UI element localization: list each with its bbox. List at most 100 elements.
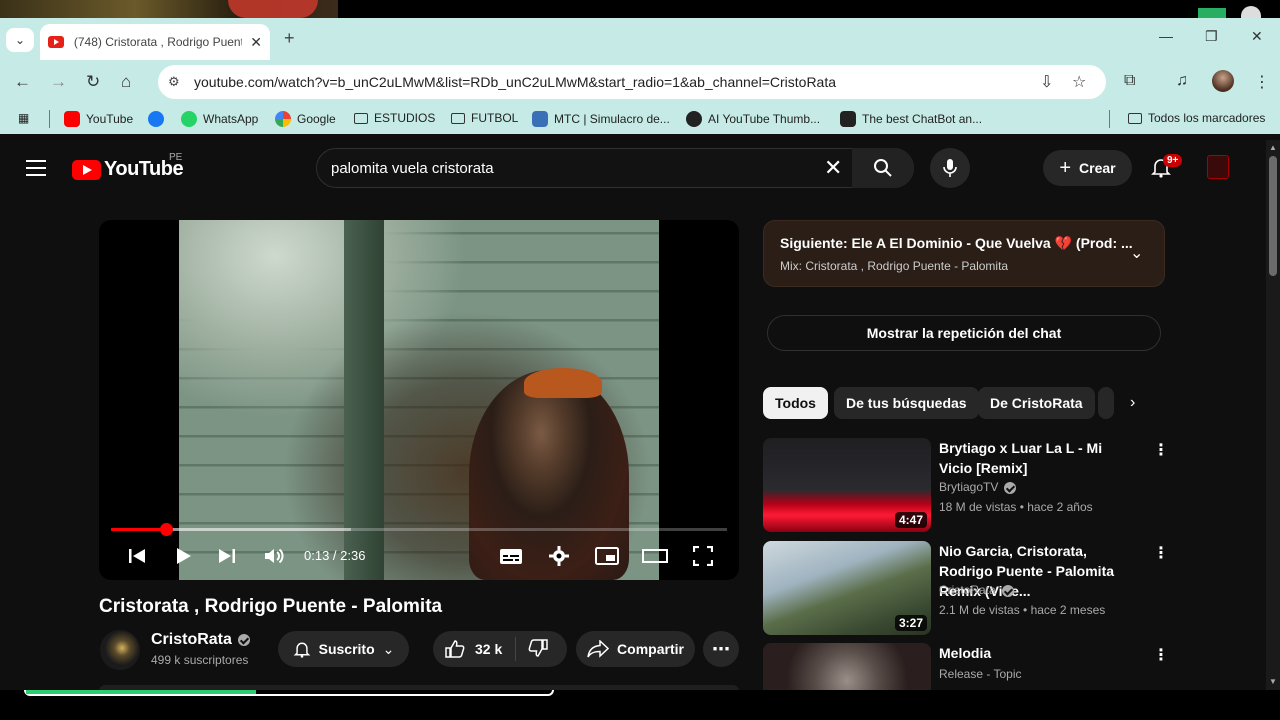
site-info-icon[interactable]: ⚙ <box>168 74 184 90</box>
subscribe-button[interactable]: Suscrito ⌄ <box>278 631 409 667</box>
forward-icon[interactable]: → <box>50 72 67 92</box>
scroll-down-icon[interactable]: ▼ <box>1269 677 1277 686</box>
bookmark-chatbot[interactable]: The best ChatBot an... <box>840 111 982 127</box>
bookmark-youtube[interactable]: YouTube <box>64 111 133 127</box>
recommendation-meta: 18 M de vistas • hace 2 años <box>939 500 1093 514</box>
bookmark-whatsapp[interactable]: WhatsApp <box>181 111 258 127</box>
search-button[interactable] <box>852 148 914 188</box>
media-controls-icon[interactable]: ♫ <box>1176 72 1188 90</box>
theater-mode-icon[interactable] <box>642 546 668 566</box>
share-button[interactable]: Compartir <box>576 631 695 667</box>
like-count: 32 k <box>475 641 503 657</box>
bookmark-facebook[interactable] <box>148 111 164 127</box>
home-icon[interactable]: ⌂ <box>121 72 131 92</box>
play-icon[interactable] <box>173 546 193 566</box>
tab-youtube[interactable]: (748) Cristorata , Rodrigo Puente ✕ <box>40 24 270 60</box>
progress-scrubber[interactable] <box>160 523 174 536</box>
recommendation-meta: 2.1 M de vistas • hace 2 meses <box>939 603 1106 617</box>
bookmark-label: AI YouTube Thumb... <box>708 112 821 126</box>
channel-avatar[interactable] <box>100 630 140 670</box>
create-button[interactable]: + Crear <box>1043 150 1132 186</box>
chip-overflow[interactable] <box>1098 387 1114 419</box>
new-tab-button[interactable]: + <box>284 28 295 49</box>
extensions-icon[interactable]: ⧉ <box>1124 72 1135 90</box>
bookmark-ai-thumb[interactable]: AI YouTube Thumb... <box>686 111 820 127</box>
previous-icon[interactable] <box>127 546 147 566</box>
next-icon[interactable] <box>217 546 237 566</box>
thumbs-down-icon <box>528 638 548 657</box>
plus-icon: + <box>1059 156 1072 179</box>
voice-search-button[interactable] <box>930 148 970 188</box>
recommendation-item[interactable]: Melodia Release - Topic ⋮ <box>763 643 1163 690</box>
recommendation-title[interactable]: Brytiago x Luar La L - Mi Vicio [Remix] <box>939 438 1139 478</box>
recommendation-channel[interactable]: BrytiagoTV <box>939 480 1017 494</box>
chevron-right-icon[interactable]: › <box>1130 394 1135 412</box>
bookmark-mtc[interactable]: MTC | Simulacro de... <box>532 111 670 127</box>
folder-icon <box>1128 112 1142 124</box>
chip-from-searches[interactable]: De tus búsquedas <box>834 387 979 419</box>
verified-badge-icon <box>237 633 250 646</box>
video-player[interactable]: 0:13 / 2:36 <box>99 220 739 580</box>
close-window-button[interactable]: ✕ <box>1251 28 1263 45</box>
more-options-icon[interactable]: ⋮ <box>1153 645 1163 665</box>
more-actions-icon[interactable]: ⋯ <box>703 631 739 667</box>
video-content <box>524 368 602 398</box>
chip-from-channel[interactable]: De CristoRata <box>978 387 1095 419</box>
video-thumbnail[interactable]: 3:27 <box>763 541 931 635</box>
bookmark-estudios[interactable]: ESTUDIOS <box>354 111 435 125</box>
recommendation-channel[interactable]: CristoRata <box>939 583 1014 597</box>
page-scrollbar[interactable]: ▲ ▼ <box>1266 140 1280 690</box>
recommendation-title[interactable]: Melodia <box>939 643 1139 663</box>
video-content <box>344 220 384 580</box>
install-app-icon[interactable]: ⇩ <box>1040 72 1053 92</box>
tab-close-icon[interactable]: ✕ <box>250 34 262 51</box>
tab-search-button[interactable]: ⌄ <box>6 28 34 52</box>
apps-icon[interactable]: ▦ <box>18 111 29 125</box>
clear-search-icon[interactable]: ✕ <box>824 155 842 181</box>
bookmark-futbol[interactable]: FUTBOL <box>451 111 518 125</box>
chevron-down-icon[interactable]: ⌄ <box>1130 243 1143 263</box>
bell-icon <box>293 642 310 658</box>
video-thumbnail[interactable] <box>763 643 931 690</box>
menu-kebab-icon[interactable]: ⋮ <box>1254 72 1270 92</box>
bookmark-google[interactable]: Google <box>275 111 336 127</box>
miniplayer-icon[interactable] <box>595 546 619 566</box>
volume-icon[interactable] <box>263 546 285 566</box>
like-button[interactable]: 32 k <box>433 640 515 658</box>
recommendation-channel[interactable]: Release - Topic <box>939 667 1022 681</box>
fullscreen-icon[interactable] <box>693 546 713 566</box>
hamburger-menu-icon[interactable] <box>26 160 46 181</box>
video-thumbnail[interactable]: 4:47 <box>763 438 931 532</box>
scroll-up-icon[interactable]: ▲ <box>1269 143 1277 152</box>
back-icon[interactable]: ← <box>14 72 31 92</box>
channel-name[interactable]: CristoRata <box>151 631 250 649</box>
youtube-logo[interactable]: YouTube PE <box>72 152 184 181</box>
video-frame[interactable] <box>179 220 659 580</box>
facebook-icon <box>148 111 164 127</box>
more-options-icon[interactable]: ⋮ <box>1153 543 1169 563</box>
bookmark-all[interactable]: Todos los marcadores <box>1128 111 1265 125</box>
recommendation-item[interactable]: 4:47 Brytiago x Luar La L - Mi Vicio [Re… <box>763 438 1169 534</box>
scrollbar-thumb[interactable] <box>1269 156 1277 276</box>
search-input[interactable]: palomita vuela cristorata ✕ <box>316 148 914 188</box>
mix-name: Mix: Cristorata , Rodrigo Puente - Palom… <box>780 259 1009 273</box>
google-icon <box>275 111 291 127</box>
bookmark-star-icon[interactable]: ☆ <box>1072 72 1086 92</box>
chip-todos[interactable]: Todos <box>763 387 828 419</box>
minimize-button[interactable]: — <box>1159 28 1173 44</box>
restore-button[interactable]: ❐ <box>1205 28 1218 45</box>
recommendation-item[interactable]: 3:27 Nio Garcia, Cristorata, Rodrigo Pue… <box>763 541 1169 637</box>
playlist-next-card[interactable]: Siguiente: Ele A El Dominio - Que Vuelva… <box>763 220 1165 287</box>
more-options-icon[interactable]: ⋮ <box>1153 440 1169 460</box>
account-avatar[interactable] <box>1207 155 1229 179</box>
address-bar[interactable]: ⚙ youtube.com/watch?v=b_unC2uLMwM&list=R… <box>158 65 1106 99</box>
subtitles-icon[interactable] <box>499 546 523 566</box>
chat-replay-button[interactable]: Mostrar la repetición del chat <box>767 315 1161 351</box>
profile-avatar[interactable] <box>1212 70 1234 92</box>
duration-badge: 3:27 <box>894 615 927 631</box>
progress-bar[interactable] <box>111 523 727 536</box>
reload-icon[interactable]: ↻ <box>86 72 100 92</box>
bookmark-label: MTC | Simulacro de... <box>554 112 670 126</box>
dislike-button[interactable] <box>516 638 548 660</box>
settings-gear-icon[interactable] <box>549 546 569 566</box>
